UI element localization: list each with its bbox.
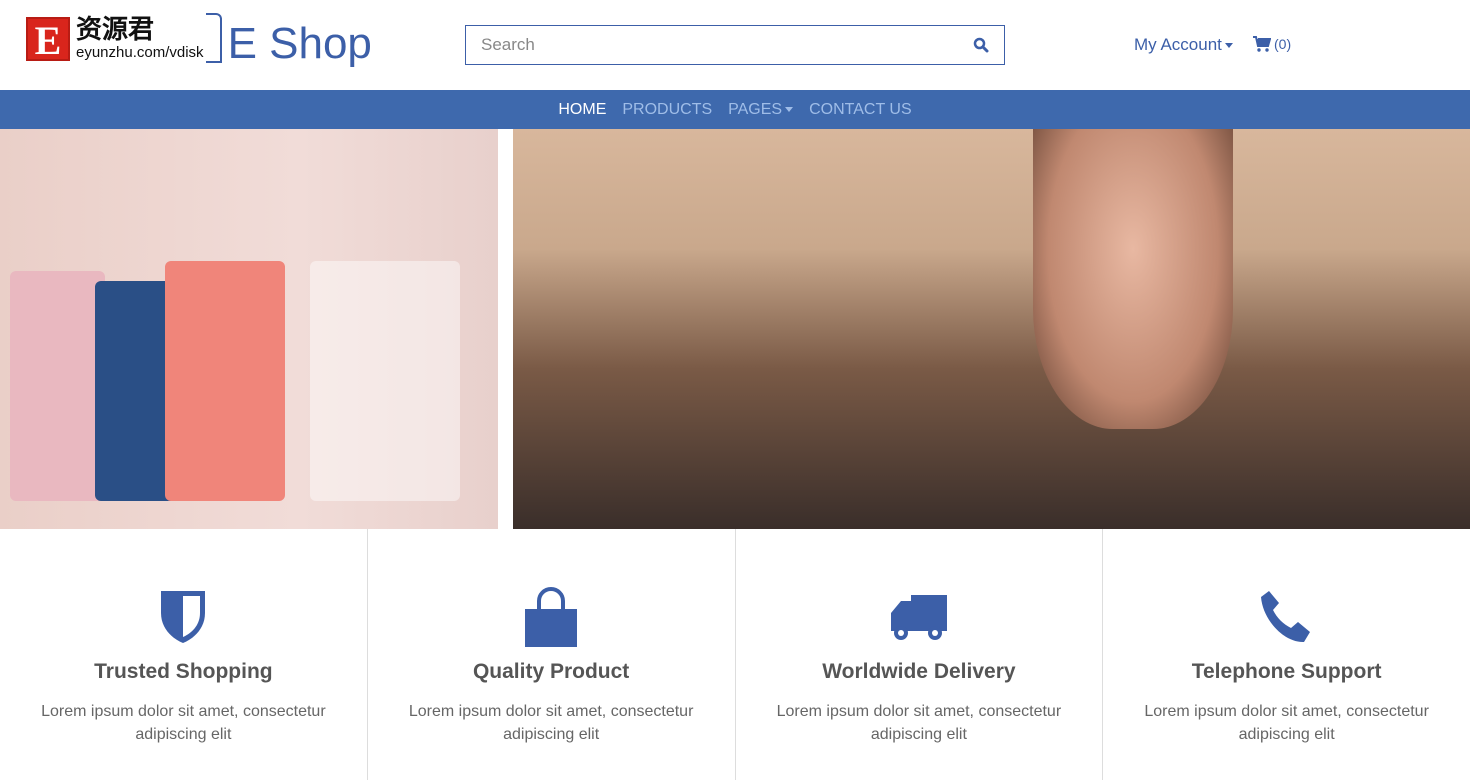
logo[interactable]: E 资源君 eyunzhu.com/vdisk E Shop <box>26 13 372 69</box>
header: E 资源君 eyunzhu.com/vdisk E Shop Search My… <box>0 0 1470 90</box>
main-nav: HOME PRODUCTS PAGES CONTACT US <box>0 90 1470 129</box>
feature-title: Worldwide Delivery <box>822 660 1016 683</box>
feature-worldwide-delivery: Worldwide Delivery Lorem ipsum dolor sit… <box>736 529 1104 780</box>
feature-text: Lorem ipsum dolor sit amet, consectetur … <box>776 703 1062 743</box>
chevron-down-icon <box>1224 43 1233 49</box>
hero-image-store <box>513 129 1470 529</box>
feature-quality-product: Quality Product Lorem ipsum dolor sit am… <box>368 529 736 780</box>
truck-icon <box>890 595 947 640</box>
logo-url: eyunzhu.com/vdisk <box>76 44 204 61</box>
shopping-bag-icon <box>525 587 578 647</box>
feature-trusted-shopping: Trusted Shopping Lorem ipsum dolor sit a… <box>0 529 368 780</box>
hero-banner <box>0 129 1470 529</box>
logo-shop-name: E Shop <box>205 13 372 68</box>
feature-title: Quality Product <box>472 660 630 683</box>
nav-pages[interactable]: PAGES <box>728 100 794 119</box>
nav-home[interactable]: HOME <box>558 101 606 119</box>
nav-contact-us[interactable]: CONTACT US <box>809 101 912 119</box>
feature-text: Lorem ipsum dolor sit amet, consectetur … <box>1144 703 1429 743</box>
nav-pages-label: PAGES <box>728 100 783 118</box>
search-placeholder: Search <box>481 35 535 54</box>
cart-icon <box>1253 36 1271 52</box>
cart-count: (0) <box>1274 36 1292 52</box>
feature-text: Lorem ipsum dolor sit amet, consectetur … <box>41 703 326 743</box>
feature-title: Telephone Support <box>1191 660 1382 683</box>
features-section: Trusted Shopping Lorem ipsum dolor sit a… <box>0 529 1470 780</box>
logo-chinese: 资源君 <box>76 15 155 45</box>
feature-telephone-support: Telephone Support Lorem ipsum dolor sit … <box>1103 529 1470 780</box>
feature-text: Lorem ipsum dolor sit amet, consectetur … <box>408 703 694 743</box>
search-input[interactable]: Search <box>465 25 1005 65</box>
phone-icon <box>1260 591 1310 643</box>
feature-title: Trusted Shopping <box>94 660 273 683</box>
cart-button[interactable]: (0) <box>1253 36 1291 52</box>
my-account-dropdown[interactable]: My Account <box>1134 35 1233 55</box>
shield-icon <box>161 591 206 643</box>
nav-products[interactable]: PRODUCTS <box>622 101 712 119</box>
my-account-label: My Account <box>1134 35 1222 54</box>
search-icon[interactable] <box>973 37 989 53</box>
logo-mark: E <box>26 17 70 63</box>
chevron-down-icon <box>785 106 794 112</box>
hero-image-cosmetics <box>0 129 498 529</box>
